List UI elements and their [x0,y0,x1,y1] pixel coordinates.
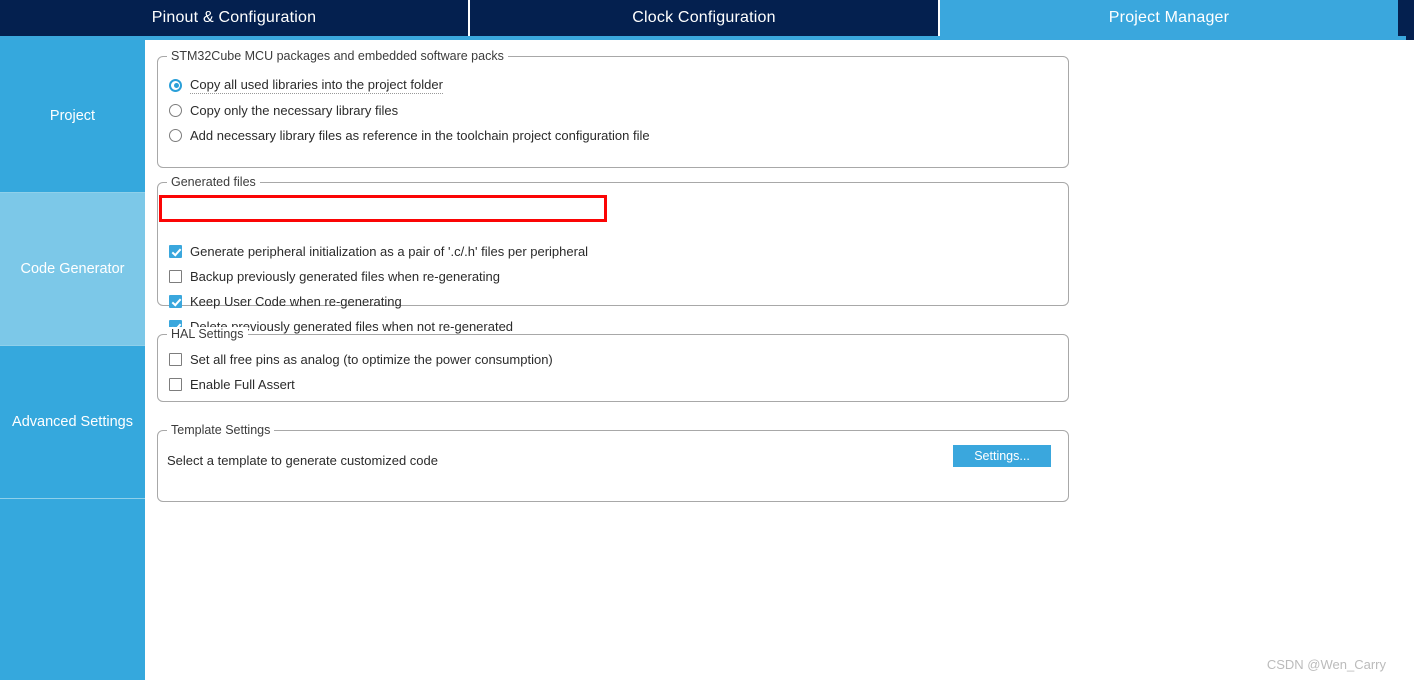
radio-copy-all-libraries-icon[interactable] [169,78,182,92]
main-tab-bar: Pinout & Configuration Clock Configurati… [0,0,1414,36]
radio-row-copy-all-libraries[interactable]: Copy all used libraries into the project… [169,75,443,95]
group-generated-files-title: Generated files [167,175,260,189]
template-settings-description: Select a template to generate customized… [167,453,438,468]
tab-pinout-configuration-label: Pinout & Configuration [151,9,317,26]
sidebar-item-project-label: Project [49,108,96,124]
sidebar-item-empty [0,499,145,680]
tab-clock-configuration-label: Clock Configuration [632,9,776,26]
sidebar-item-code-generator[interactable]: Code Generator [0,193,145,346]
group-mcu-packages-title: STM32Cube MCU packages and embedded soft… [167,49,508,63]
radio-copy-necessary-libraries-label: Copy only the necessary library files [190,102,399,118]
code-generator-panel: STM32Cube MCU packages and embedded soft… [145,40,1414,680]
project-manager-sidebar: Project Code Generator Advanced Settings [0,40,145,680]
checkbox-generate-peripheral-init-icon[interactable] [169,244,182,258]
tab-bar-right-cap [1406,0,1414,40]
checkbox-row-enable-full-assert[interactable]: Enable Full Assert [169,374,295,394]
checkbox-row-generate-peripheral-init[interactable]: Generate peripheral initialization as a … [169,241,588,261]
sidebar-item-advanced-settings[interactable]: Advanced Settings [0,346,145,499]
template-settings-button[interactable]: Settings... [953,445,1051,467]
sidebar-item-code-generator-label: Code Generator [20,261,125,277]
radio-copy-necessary-libraries-icon[interactable] [169,103,182,117]
radio-add-libraries-as-reference-icon[interactable] [169,128,182,142]
checkbox-backup-generated-files-label: Backup previously generated files when r… [190,268,501,284]
checkbox-row-backup-generated-files[interactable]: Backup previously generated files when r… [169,266,500,286]
group-template-settings: Template Settings Select a template to g… [157,423,1069,502]
group-mcu-packages: STM32Cube MCU packages and embedded soft… [157,49,1069,168]
group-hal-settings-title: HAL Settings [167,327,248,341]
group-generated-files: Generated files Generate peripheral init… [157,175,1069,334]
watermark-text: CSDN @Wen_Carry [1266,657,1386,672]
radio-add-libraries-as-reference-label: Add necessary library files as reference… [190,127,650,143]
radio-row-add-libraries-as-reference[interactable]: Add necessary library files as reference… [169,125,650,145]
tab-project-manager-label: Project Manager [1108,9,1230,26]
tab-clock-configuration[interactable]: Clock Configuration [470,0,940,36]
checkbox-enable-full-assert-icon[interactable] [169,377,182,391]
tab-pinout-configuration[interactable]: Pinout & Configuration [0,0,470,36]
tab-project-manager[interactable]: Project Manager [940,0,1404,36]
checkbox-row-set-free-pins-analog[interactable]: Set all free pins as analog (to optimize… [169,349,553,369]
checkbox-backup-generated-files-icon[interactable] [169,269,182,283]
checkbox-keep-user-code-icon[interactable] [169,294,182,308]
sidebar-item-advanced-settings-label: Advanced Settings [12,414,133,430]
radio-row-copy-necessary-libraries[interactable]: Copy only the necessary library files [169,100,398,120]
group-template-settings-title: Template Settings [167,423,275,437]
checkbox-generate-peripheral-init-label: Generate peripheral initialization as a … [190,243,589,259]
radio-copy-all-libraries-label: Copy all used libraries into the project… [190,76,443,94]
checkbox-set-free-pins-analog-label: Set all free pins as analog (to optimize… [190,351,553,367]
checkbox-row-keep-user-code[interactable]: Keep User Code when re-generating [169,291,402,311]
checkbox-keep-user-code-label: Keep User Code when re-generating [190,293,402,309]
checkbox-set-free-pins-analog-icon[interactable] [169,352,182,366]
group-hal-settings: HAL Settings Set all free pins as analog… [157,327,1069,402]
checkbox-enable-full-assert-label: Enable Full Assert [190,376,295,392]
sidebar-item-project[interactable]: Project [0,40,145,193]
